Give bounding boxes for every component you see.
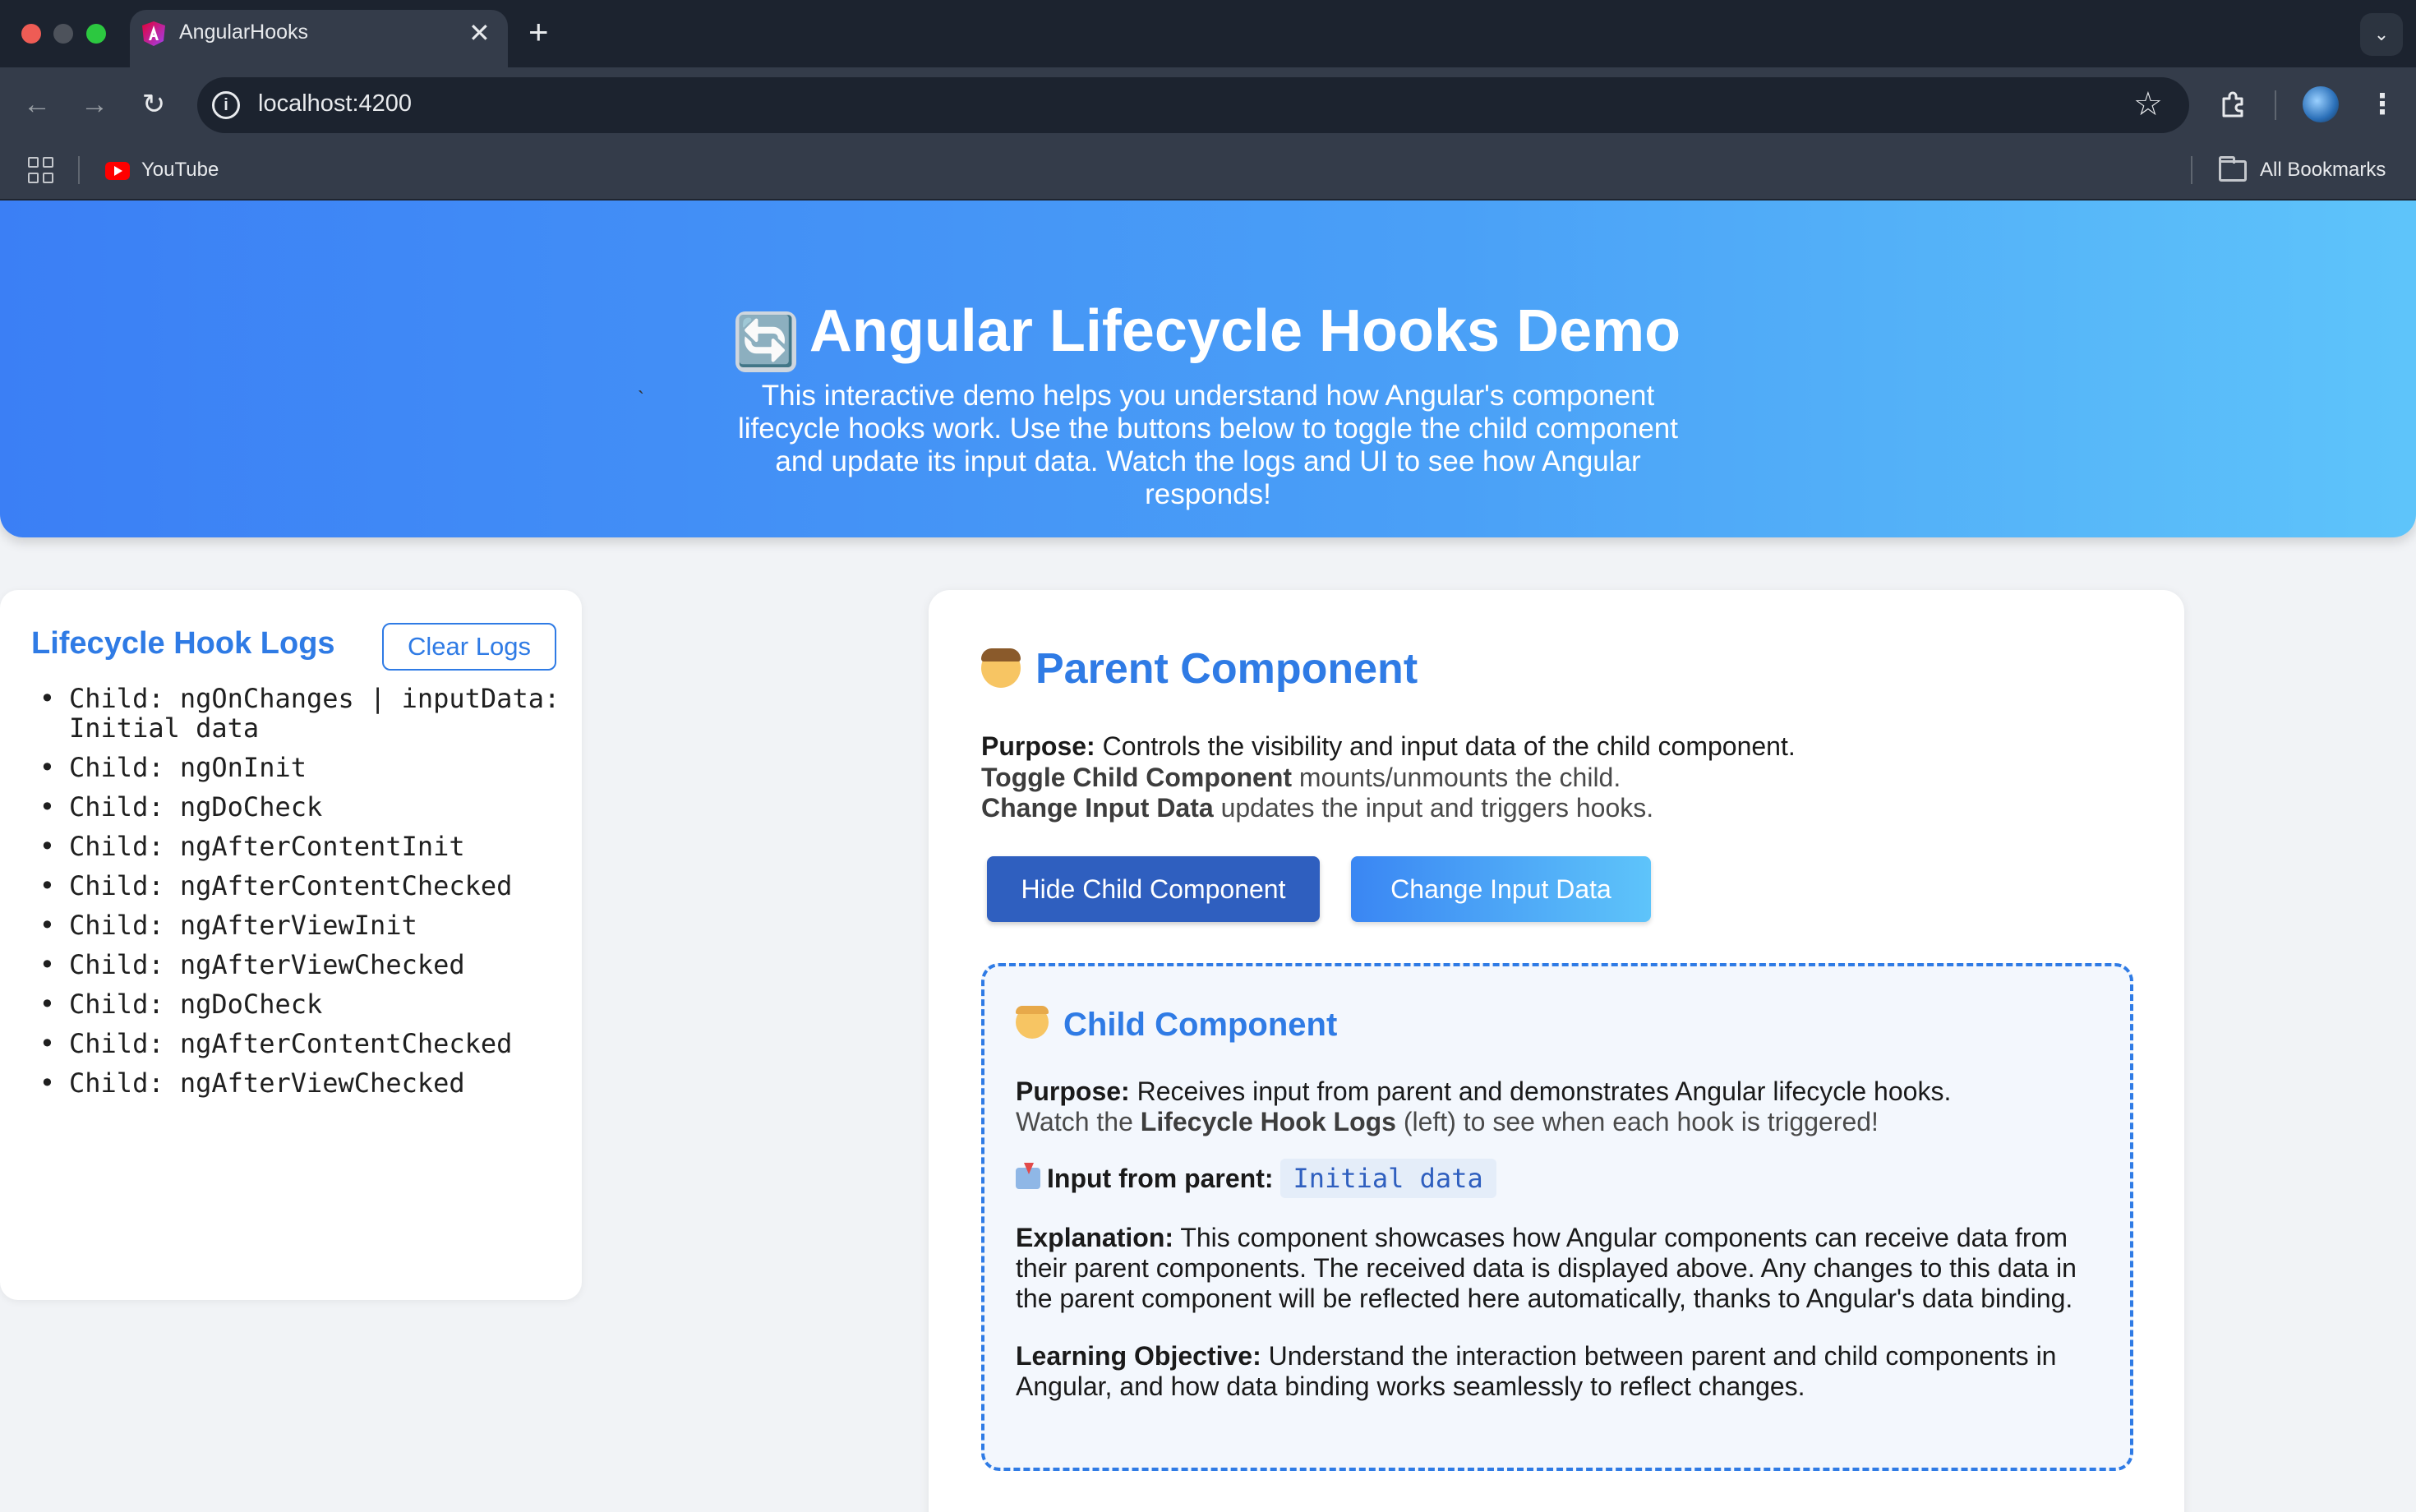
input-value: Initial data [1279, 1159, 1496, 1198]
log-list: Child: ngOnChanges | inputData: Initial … [33, 684, 567, 1108]
change-text: updates the input and triggers hooks. [1220, 793, 1654, 823]
child-title-text: Child Component [1063, 1007, 1338, 1043]
learning-objective-paragraph: Learning Objective: Understand the inter… [1016, 1341, 2109, 1402]
reload-icon[interactable]: ↻ [135, 85, 173, 123]
profile-avatar[interactable] [2303, 86, 2339, 122]
input-from-parent: Input from parent: Initial data [1016, 1159, 1496, 1198]
log-entry: Child: ngAfterViewChecked [33, 950, 567, 980]
window-close-button[interactable] [21, 24, 41, 44]
window-zoom-button[interactable] [86, 24, 106, 44]
purpose-label: Purpose: [981, 731, 1095, 761]
hero-banner: 🔄 Angular Lifecycle Hooks Demo This inter… [0, 201, 2416, 537]
kebab-menu-icon[interactable]: ⋮ [2368, 85, 2396, 123]
address-bar[interactable] [197, 77, 2189, 133]
bookmarks-divider [2191, 156, 2192, 184]
toggle-text: mounts/unmounts the child. [1298, 762, 1621, 792]
log-entry: Child: ngOnChanges | inputData: Initial … [33, 684, 567, 743]
window-minimize-button[interactable] [53, 24, 73, 44]
child-purpose: Purpose: Receives input from parent and … [1016, 1076, 2109, 1137]
forward-arrow-icon[interactable]: → [76, 85, 113, 123]
child-title: Child Component [1016, 1006, 1337, 1044]
log-entry: Child: ngAfterViewChecked [33, 1068, 567, 1098]
all-bookmarks[interactable]: All Bookmarks [2260, 159, 2386, 182]
hide-child-button[interactable]: Hide Child Component [987, 856, 1320, 922]
logs-title: Lifecycle Hook Logs [31, 626, 335, 661]
objective-label: Learning Objective: [1016, 1341, 1261, 1371]
parent-description: Purpose: Controls the visibility and inp… [981, 731, 1796, 824]
new-tab-icon[interactable]: + [528, 13, 549, 51]
log-entry: Child: ngAfterContentChecked [33, 871, 567, 901]
change-label: Change Input Data [981, 793, 1214, 823]
extensions-puzzle-icon[interactable] [2217, 89, 2248, 120]
bookmark-star-icon[interactable]: ☆ [2133, 84, 2163, 125]
inbox-tray-icon [1016, 1163, 1040, 1189]
parent-title: Parent Component [981, 644, 1418, 694]
log-entry: Child: ngOnInit [33, 753, 567, 782]
child-purpose-text: Receives input from parent and demonstra… [1137, 1076, 1952, 1106]
back-arrow-icon[interactable]: ← [18, 85, 56, 123]
bookmarks-divider [78, 156, 80, 184]
folder-icon[interactable] [2219, 156, 2247, 182]
explanation-paragraph: Explanation: This component showcases ho… [1016, 1223, 2109, 1314]
log-entry: Child: ngDoCheck [33, 792, 567, 822]
url-text[interactable]: localhost:4200 [258, 90, 412, 118]
page-title: 🔄 Angular Lifecycle Hooks Demo [0, 297, 2416, 372]
bookmark-youtube[interactable]: YouTube [141, 159, 219, 182]
page-title-text: Angular Lifecycle Hooks Demo [809, 298, 1681, 364]
hero-description: This interactive demo helps you understa… [738, 380, 1678, 510]
log-entry: Child: ngAfterContentChecked [33, 1029, 567, 1058]
parent-title-text: Parent Component [1035, 645, 1418, 693]
refresh-emoji-icon: 🔄 [735, 311, 796, 372]
tab-title: AngularHooks [179, 21, 309, 44]
input-label: Input from parent: [1047, 1164, 1274, 1193]
explanation-text: This component showcases how Angular com… [1016, 1223, 2077, 1313]
site-info-icon[interactable]: i [212, 91, 240, 119]
explanation-label: Explanation: [1016, 1223, 1174, 1252]
toggle-label: Toggle Child Component [981, 762, 1293, 792]
child-purpose-label: Purpose: [1016, 1076, 1130, 1106]
bookmarks-bar [0, 141, 2416, 201]
log-entry: Child: ngDoCheck [33, 989, 567, 1019]
watch-bold: Lifecycle Hook Logs [1140, 1107, 1396, 1136]
stray-character: ` [638, 388, 644, 410]
clear-logs-button[interactable]: Clear Logs [382, 623, 556, 671]
youtube-icon[interactable] [105, 162, 130, 180]
baby-emoji-icon [1016, 1006, 1049, 1039]
angular-favicon-icon [142, 21, 165, 46]
apps-grid-icon[interactable] [28, 157, 54, 183]
tab-close-icon[interactable]: ✕ [468, 18, 491, 48]
tab-search-chevron-icon[interactable]: ⌄ [2360, 13, 2403, 56]
log-entry: Child: ngAfterContentInit [33, 832, 567, 861]
toolbar-divider [2275, 90, 2276, 120]
watch-post: (left) to see when each hook is triggere… [1403, 1107, 1879, 1136]
purpose-text: Controls the visibility and input data o… [1102, 731, 1796, 761]
watch-pre: Watch the [1016, 1107, 1133, 1136]
log-entry: Child: ngAfterViewInit [33, 910, 567, 940]
man-emoji-icon [981, 648, 1021, 688]
change-input-button[interactable]: Change Input Data [1351, 856, 1651, 922]
